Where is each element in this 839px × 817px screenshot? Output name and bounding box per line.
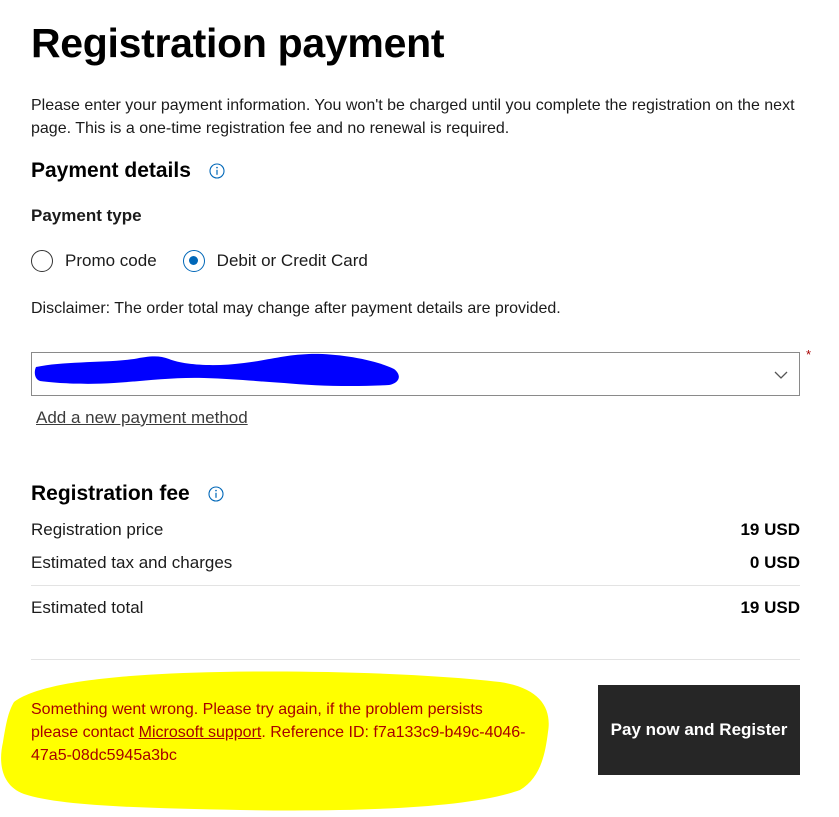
total-label: Estimated total [31, 598, 144, 617]
pay-now-and-register-button[interactable]: Pay now and Register [598, 685, 800, 775]
fee-row-registration-price: Registration price 19 USD [31, 520, 800, 540]
fee-label: Registration price [31, 520, 164, 539]
radio-label-promo-code: Promo code [65, 251, 157, 270]
error-message: Something went wrong. Please try again, … [31, 698, 531, 767]
registration-fee-title: Registration fee [31, 482, 190, 505]
info-icon[interactable] [208, 486, 224, 502]
radio-promo-code[interactable]: Promo code [31, 250, 157, 272]
fee-row-estimated-total: Estimated total 19 USD [31, 598, 800, 618]
radio-label-debit-credit-card: Debit or Credit Card [216, 251, 368, 270]
radio-debit-credit-card[interactable]: Debit or Credit Card [182, 250, 368, 272]
payment-method-select[interactable] [31, 352, 800, 396]
registration-fee-heading: Registration fee [31, 482, 224, 506]
radio-button-debit-credit-card[interactable] [182, 250, 205, 272]
intro-text: Please enter your payment information. Y… [31, 97, 795, 137]
disclaimer-text: Disclaimer: The order total may change a… [31, 300, 561, 317]
add-payment-method-link[interactable]: Add a new payment method [36, 408, 248, 428]
fee-label: Estimated tax and charges [31, 553, 233, 572]
required-marker: * [806, 347, 812, 362]
payment-details-heading: Payment details [31, 159, 225, 183]
payment-details-title: Payment details [31, 159, 191, 182]
payment-type-label: Payment type [31, 206, 142, 225]
fee-row-estimated-tax: Estimated tax and charges 0 USD [31, 553, 800, 573]
fee-value: 0 USD [749, 553, 800, 572]
payment-type-radio-group: Promo code Debit or Credit Card [31, 250, 394, 272]
radio-button-promo-code[interactable] [31, 250, 53, 272]
fee-divider [31, 585, 800, 586]
fee-value: 19 USD [740, 520, 800, 539]
info-icon[interactable] [209, 163, 225, 179]
page-title: Registration payment [31, 20, 445, 66]
microsoft-support-link[interactable]: Microsoft support [139, 724, 262, 741]
redaction-scribble [34, 353, 399, 387]
total-value: 19 USD [740, 598, 800, 617]
chevron-down-icon[interactable] [773, 367, 789, 383]
